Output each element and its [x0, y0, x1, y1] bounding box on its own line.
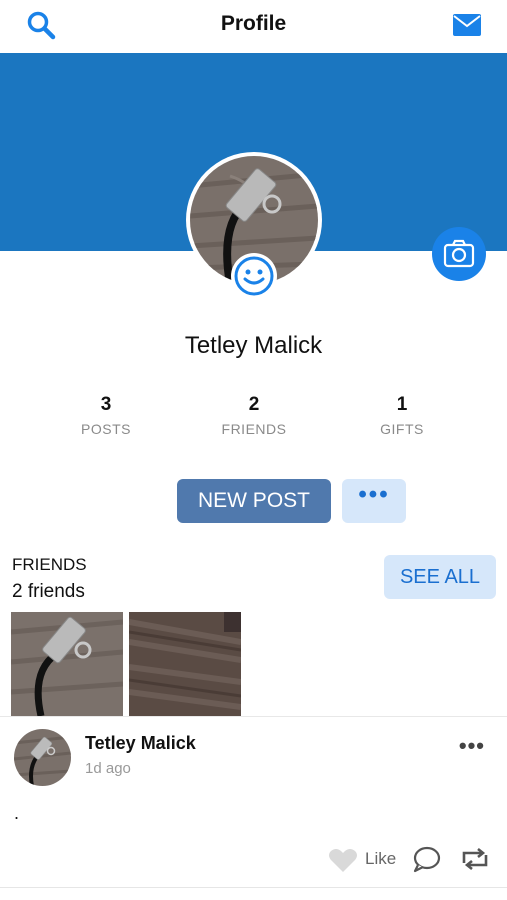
stat-label: FRIENDS — [221, 421, 287, 437]
friend-thumbnail[interactable] — [129, 612, 241, 716]
stat-gifts[interactable]: 1 GIFTS — [332, 393, 472, 437]
stat-posts[interactable]: 3 POSTS — [36, 393, 176, 437]
mail-icon[interactable] — [453, 14, 481, 36]
new-post-button[interactable]: NEW POST — [177, 479, 331, 523]
stat-value: 3 — [100, 394, 112, 415]
post-options-icon[interactable]: ••• — [459, 733, 485, 759]
stat-label: POSTS — [81, 421, 131, 437]
more-icon: ••• — [358, 481, 390, 508]
change-cover-button[interactable] — [432, 227, 486, 281]
page-title: Profile — [220, 12, 287, 35]
post-author-name[interactable]: Tetley Malick — [85, 733, 196, 754]
stat-friends[interactable]: 2 FRIENDS — [184, 393, 324, 437]
stat-value: 1 — [396, 394, 408, 415]
post-body: . — [14, 803, 20, 823]
camera-icon — [443, 239, 475, 268]
post-author-avatar[interactable] — [14, 729, 71, 786]
friends-heading: FRIENDS — [12, 555, 87, 574]
heart-icon[interactable] — [328, 847, 358, 873]
friends-count: 2 friends — [12, 581, 85, 602]
stat-value: 2 — [248, 394, 260, 415]
top-bar: Profile — [0, 0, 507, 52]
see-all-button[interactable]: SEE ALL — [384, 555, 496, 599]
comment-icon[interactable] — [412, 845, 442, 873]
like-label[interactable]: Like — [365, 849, 396, 869]
repost-icon[interactable] — [460, 847, 490, 871]
smiley-icon[interactable] — [231, 253, 277, 299]
post-card: Tetley Malick 1d ago ••• . Like — [0, 716, 507, 888]
more-options-button[interactable]: ••• — [342, 479, 406, 523]
post-timestamp: 1d ago — [85, 760, 131, 777]
stat-label: GIFTS — [380, 421, 424, 437]
profile-stats: 3 POSTS 2 FRIENDS 1 GIFTS — [0, 393, 507, 443]
friend-thumbnail[interactable] — [11, 612, 123, 716]
profile-name: Tetley Malick — [184, 332, 323, 359]
